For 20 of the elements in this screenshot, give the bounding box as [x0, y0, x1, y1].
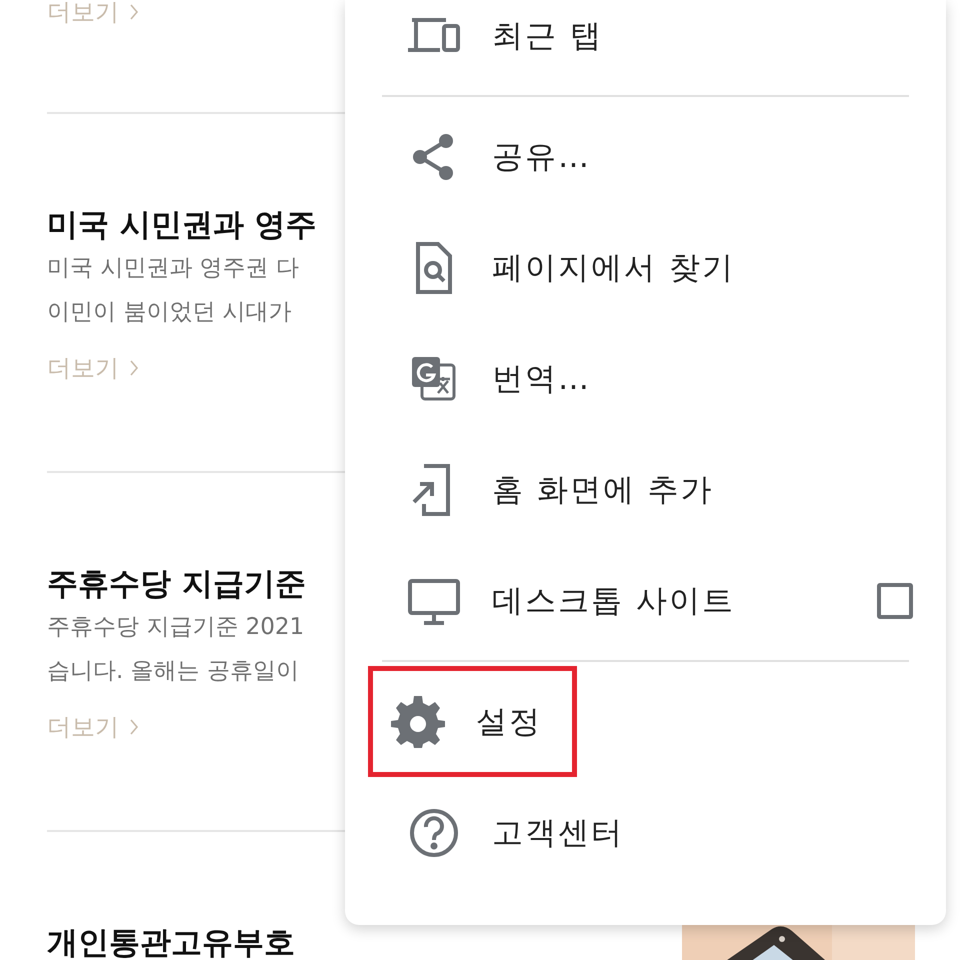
article-excerpt: 이민이 붐이었던 시대가 — [47, 298, 293, 327]
checkbox[interactable] — [877, 582, 913, 618]
menu-item[interactable]: 데스크톱 사이트 — [368, 545, 923, 656]
article-title[interactable]: 개인통관고유부호 — [47, 922, 295, 960]
menu-item[interactable]: 고객센터 — [368, 777, 923, 888]
chevron-icon — [129, 359, 139, 377]
article-excerpt: 미국 시민권과 영주권 다 — [47, 254, 300, 283]
article-excerpt: 주휴수당 지급기준 2021 — [47, 613, 306, 642]
menu-item[interactable]: 설정 — [368, 666, 577, 777]
article-excerpt: 습니다. 올해는 공휴일이 — [47, 657, 300, 686]
chevron-icon — [129, 3, 139, 21]
article-title[interactable]: 미국 시민권과 영주 — [47, 204, 345, 246]
chevron-icon — [129, 718, 139, 736]
menu-item[interactable]: 홈 화면에 추가 — [368, 434, 923, 545]
settings-icon — [390, 694, 446, 750]
menu-item[interactable]: 최근 탭 — [368, 0, 923, 91]
article-title[interactable]: 주휴수당 지급기준 — [47, 563, 345, 605]
menu-item[interactable]: 공유… — [368, 101, 923, 212]
menu-item[interactable]: 페이지에서 찾기 — [368, 212, 923, 323]
menu-item[interactable]: 번역… — [368, 323, 923, 434]
